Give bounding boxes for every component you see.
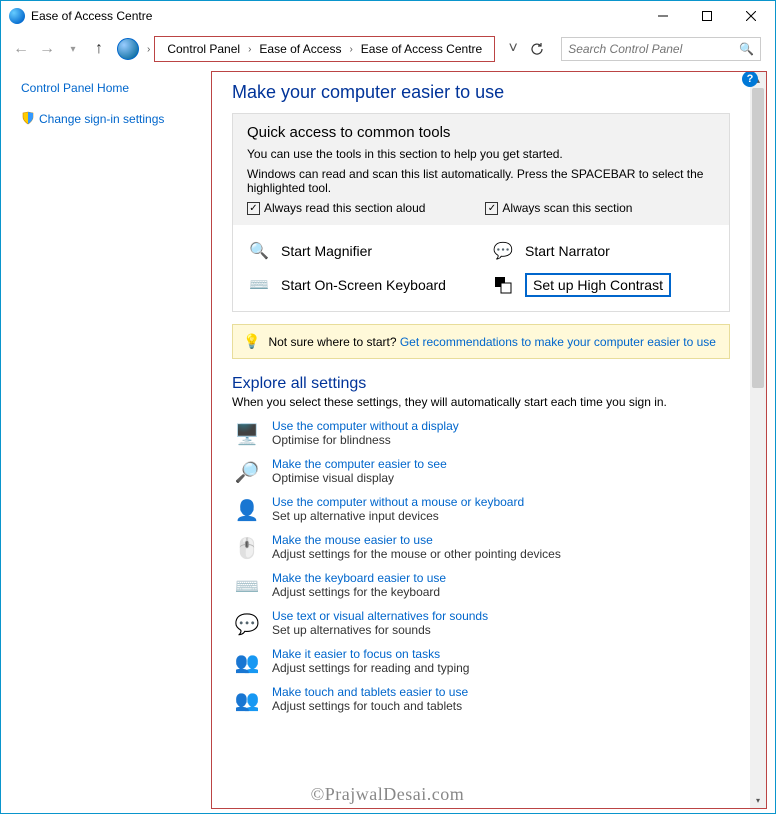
setting-link[interactable]: Use the computer without a display	[272, 419, 459, 433]
crumb-1[interactable]: Ease of Access	[253, 40, 347, 58]
crumb-2[interactable]: Ease of Access Centre	[355, 40, 488, 58]
tool-narrator[interactable]: 💬 Start Narrator	[491, 239, 715, 263]
checkbox-read-aloud[interactable]: ✓Always read this section aloud	[247, 201, 425, 215]
contrast-icon	[491, 273, 515, 297]
chevron-right-icon[interactable]: ›	[145, 44, 152, 55]
bulb-icon: 💡	[243, 333, 260, 350]
setting-link[interactable]: Make the keyboard easier to use	[272, 571, 446, 585]
setting-item: ⌨️ Make the keyboard easier to useAdjust …	[232, 571, 730, 601]
mouse-icon: 🖱️	[232, 533, 262, 563]
shield-icon	[21, 111, 35, 128]
back-button[interactable]: ←	[9, 37, 33, 61]
setting-link[interactable]: Make the mouse easier to use	[272, 533, 561, 547]
tool-osk[interactable]: ⌨️ Start On-Screen Keyboard	[247, 273, 471, 297]
setting-item: 💬 Use text or visual alternatives for sou…	[232, 609, 730, 639]
sidebar-signin-link[interactable]: Change sign-in settings	[21, 111, 203, 128]
magnify-icon: 🔎	[232, 457, 262, 487]
window-icon	[9, 8, 25, 24]
setting-item: 👥 Make it easier to focus on tasksAdjust …	[232, 647, 730, 677]
keyboard-icon: ⌨️	[232, 571, 262, 601]
breadcrumb[interactable]: Control Panel › Ease of Access › Ease of…	[154, 36, 495, 62]
setting-desc: Optimise for blindness	[272, 433, 459, 447]
setting-item: 🖥️ Use the computer without a displayOpti…	[232, 419, 730, 449]
person-icon: 👤	[232, 495, 262, 525]
setting-link[interactable]: Use the computer without a mouse or keyb…	[272, 495, 524, 509]
explore-sub: When you select these settings, they wil…	[232, 395, 730, 409]
chevron-right-icon: ›	[347, 44, 354, 55]
close-button[interactable]	[729, 2, 773, 30]
setting-link[interactable]: Make touch and tablets easier to use	[272, 685, 468, 699]
sidebar-home-link[interactable]: Control Panel Home	[21, 81, 203, 95]
setting-desc: Adjust settings for reading and typing	[272, 661, 469, 675]
maximize-button[interactable]	[685, 2, 729, 30]
scroll-thumb[interactable]	[752, 88, 764, 388]
quick-access-box: Quick access to common tools You can use…	[232, 113, 730, 312]
refresh-button[interactable]	[525, 37, 549, 61]
forward-button[interactable]: →	[35, 37, 59, 61]
setting-link[interactable]: Use text or visual alternatives for soun…	[272, 609, 488, 623]
quick-desc2: Windows can read and scan this list auto…	[247, 167, 715, 195]
setting-item: 👥 Make touch and tablets easier to useAdj…	[232, 685, 730, 715]
control-panel-icon	[117, 38, 139, 60]
search-icon[interactable]: 🔍	[739, 42, 754, 56]
hint-prefix: Not sure where to start?	[268, 335, 399, 349]
setting-item: 🔎 Make the computer easier to seeOptimise…	[232, 457, 730, 487]
setting-desc: Adjust settings for the mouse or other p…	[272, 547, 561, 561]
crumb-0[interactable]: Control Panel	[161, 40, 246, 58]
search-box[interactable]: 🔍	[561, 37, 761, 61]
minimize-button[interactable]	[641, 2, 685, 30]
scrollbar[interactable]: ▴ ▾	[750, 72, 766, 808]
setting-desc: Adjust settings for the keyboard	[272, 585, 446, 599]
setting-desc: Set up alternatives for sounds	[272, 623, 488, 637]
keyboard-icon: ⌨️	[247, 273, 271, 297]
help-icon[interactable]: ?	[742, 71, 758, 87]
quick-title: Quick access to common tools	[247, 124, 715, 141]
title-bar: Ease of Access Centre	[1, 1, 775, 31]
setting-desc: Optimise visual display	[272, 471, 447, 485]
page-title: Make your computer easier to use	[232, 82, 730, 103]
scroll-down-button[interactable]: ▾	[750, 792, 766, 808]
window-title: Ease of Access Centre	[31, 9, 641, 23]
magnifier-icon: 🔍	[247, 239, 271, 263]
people-icon: 👥	[232, 647, 262, 677]
recommendation-bar: 💡 Not sure where to start? Get recommend…	[232, 324, 730, 359]
setting-link[interactable]: Make the computer easier to see	[272, 457, 447, 471]
quick-desc1: You can use the tools in this section to…	[247, 147, 715, 161]
setting-desc: Adjust settings for touch and tablets	[272, 699, 468, 713]
search-input[interactable]	[568, 42, 739, 56]
narrator-icon: 💬	[491, 239, 515, 263]
setting-item: 🖱️ Make the mouse easier to useAdjust set…	[232, 533, 730, 563]
checkbox-scan-section[interactable]: ✓Always scan this section	[485, 201, 632, 215]
tool-magnifier[interactable]: 🔍 Start Magnifier	[247, 239, 471, 263]
hint-link[interactable]: Get recommendations to make your compute…	[400, 335, 716, 349]
tool-high-contrast[interactable]: Set up High Contrast	[491, 273, 715, 297]
setting-item: 👤 Use the computer without a mouse or key…	[232, 495, 730, 525]
people-icon: 👥	[232, 685, 262, 715]
nav-bar: ← → ▾ ↑ › Control Panel › Ease of Access…	[1, 31, 775, 67]
address-dropdown[interactable]: ˅	[503, 40, 523, 58]
content-area: ? ▴ ▾ Make your computer easier to use Q…	[211, 71, 767, 809]
up-button[interactable]: ↑	[87, 37, 111, 61]
chevron-right-icon: ›	[246, 44, 253, 55]
speech-icon: 💬	[232, 609, 262, 639]
sidebar: Control Panel Home Change sign-in settin…	[1, 67, 211, 813]
display-icon: 🖥️	[232, 419, 262, 449]
setting-link[interactable]: Make it easier to focus on tasks	[272, 647, 469, 661]
setting-desc: Set up alternative input devices	[272, 509, 524, 523]
recent-dropdown[interactable]: ▾	[61, 37, 85, 61]
explore-title: Explore all settings	[232, 375, 730, 393]
